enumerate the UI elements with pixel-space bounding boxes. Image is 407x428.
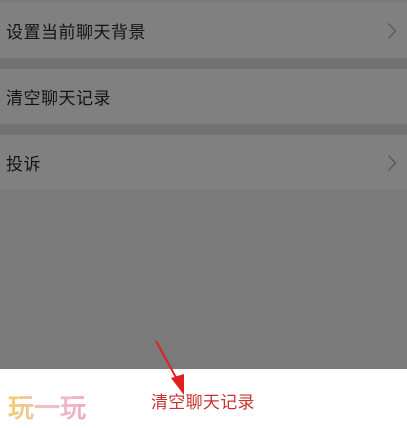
clear-chat-history-label: 清空聊天记录: [6, 89, 111, 109]
clear-chat-history-item[interactable]: 清空聊天记录: [0, 69, 407, 124]
watermark-logo: 玩一玩: [8, 393, 102, 424]
chevron-right-icon: [385, 21, 399, 41]
set-chat-background-item[interactable]: 设置当前聊天背景: [0, 3, 407, 58]
clear-chat-history-confirm-button[interactable]: 清空聊天记录: [151, 388, 255, 413]
section-divider: [0, 58, 407, 69]
section-divider: [0, 124, 407, 135]
report-label: 投诉: [6, 155, 41, 175]
set-chat-background-label: 设置当前聊天背景: [6, 23, 146, 43]
chevron-right-icon: [385, 153, 399, 173]
svg-text:玩一玩: 玩一玩: [8, 394, 86, 423]
report-item[interactable]: 投诉: [0, 135, 407, 190]
